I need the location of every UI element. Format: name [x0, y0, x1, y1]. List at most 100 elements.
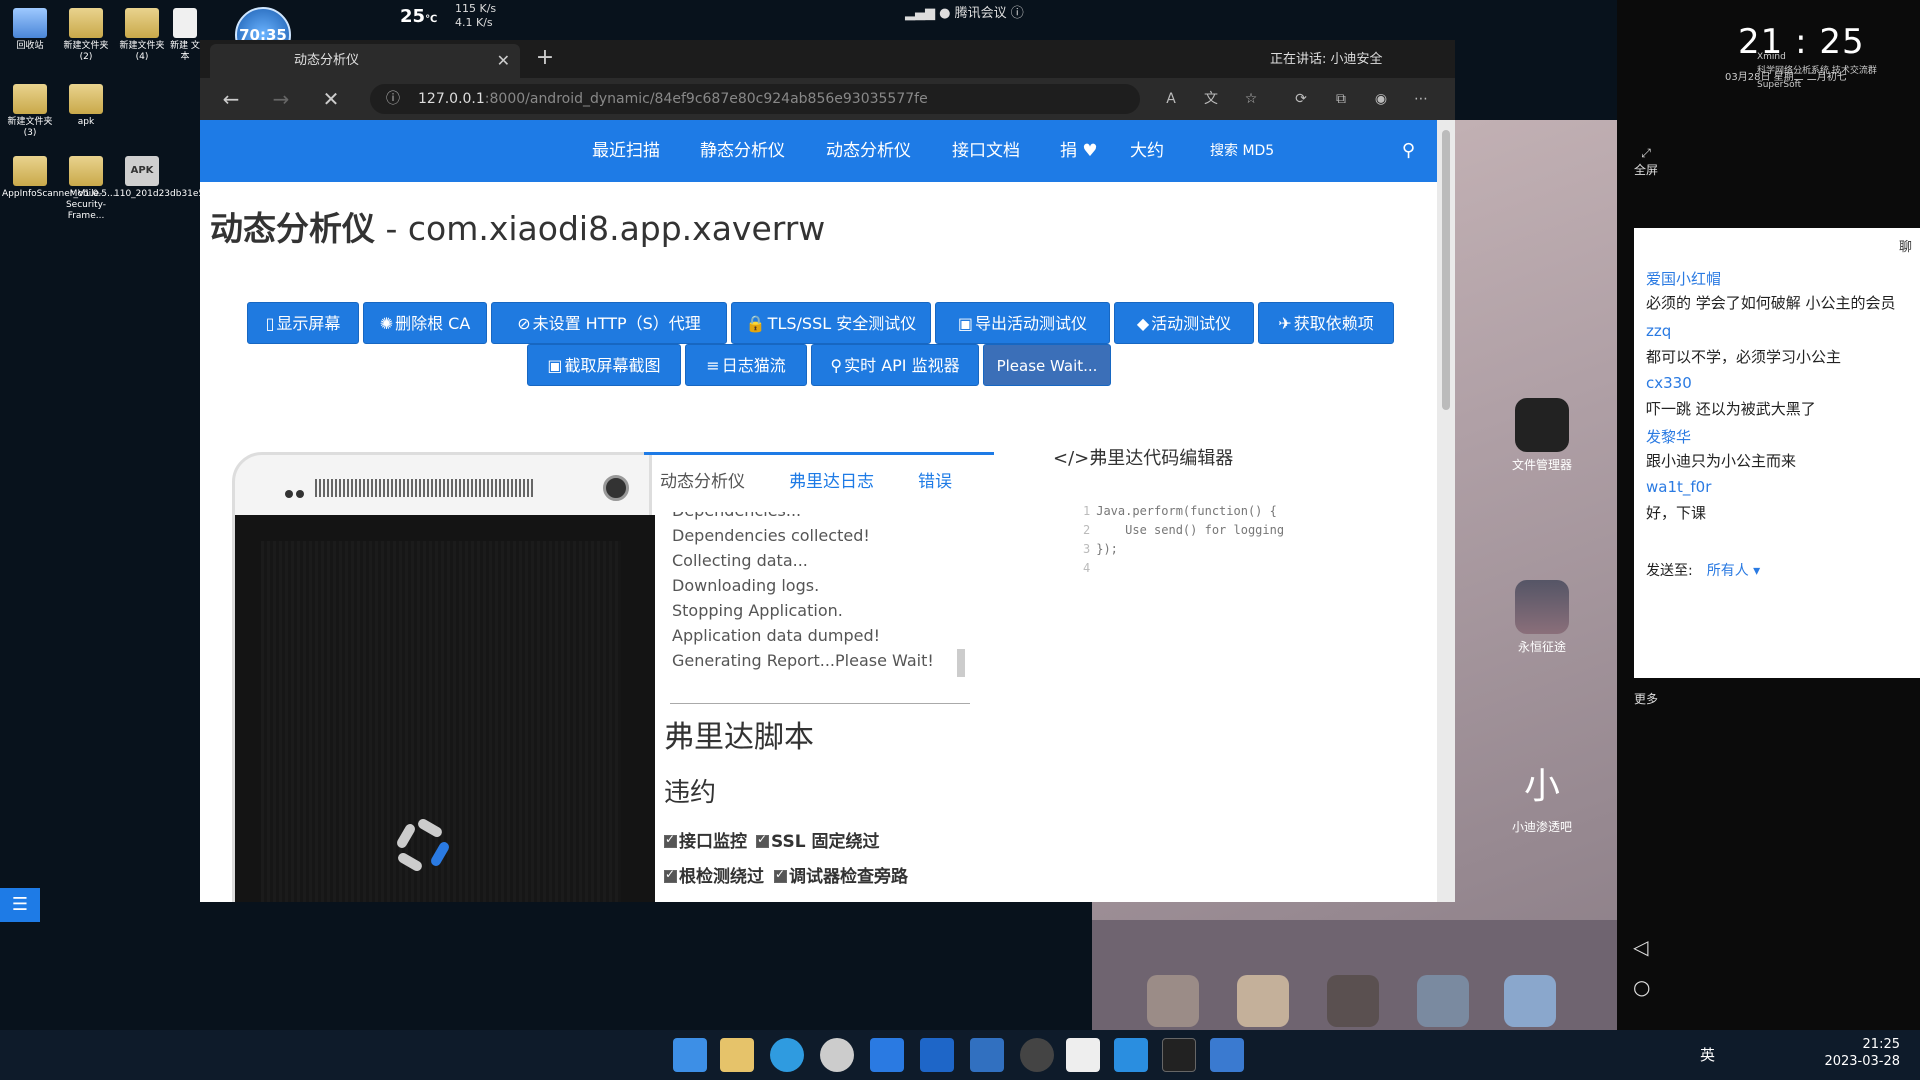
app-icon[interactable] — [1020, 1038, 1054, 1072]
dock-app-icon[interactable] — [1147, 975, 1199, 1027]
favorites-icon[interactable]: ☆ — [1240, 88, 1262, 110]
show-screen-button[interactable]: ▯ 显示屏幕 — [247, 302, 359, 344]
nav-api-docs[interactable]: 接口文档 — [952, 120, 1020, 182]
code-icon: </> — [1053, 448, 1090, 469]
meeting-indicator[interactable]: ▂▄▆ ● 腾讯会议 ⓘ — [905, 2, 1024, 21]
home-icon[interactable]: ○ — [1633, 975, 1650, 999]
collections-icon[interactable]: ⧉ — [1330, 88, 1352, 110]
back-button[interactable]: ← — [216, 84, 246, 114]
app-icon[interactable] — [1210, 1038, 1244, 1072]
fullscreen-control[interactable]: ⤢ 全屏 — [1629, 146, 1663, 178]
chat-username[interactable]: 爱国小红帽 — [1646, 268, 1721, 289]
app-icon[interactable] — [870, 1038, 904, 1072]
desktop-icon-mobsf[interactable]: Mobile-Security-Frame... — [58, 156, 114, 222]
log-output[interactable]: Dependencies... Dependencies collected! … — [670, 512, 970, 704]
desktop-icon-text-file[interactable]: 新建 文本 — [170, 8, 200, 63]
desktop-icon-recycle-bin[interactable]: 回收站 — [2, 8, 58, 52]
activity-tester-button[interactable]: ◆ 活动测试仪 — [1114, 302, 1254, 344]
code-editor[interactable]: 1 Java.perform(function() {2 Use send() f… — [1083, 502, 1284, 578]
take-screenshot-button[interactable]: ▣ 截取屏幕截图 — [527, 344, 681, 386]
terminal-icon[interactable] — [1162, 1038, 1196, 1072]
back-icon[interactable]: ◁ — [1633, 935, 1648, 959]
search-icon[interactable]: ⚲ — [1402, 140, 1415, 161]
folder-icon — [69, 84, 103, 114]
nav-static-analyzer[interactable]: 静态分析仪 — [700, 120, 785, 182]
debugger-check-bypass-checkbox[interactable]: 调试器检查旁路 — [774, 862, 908, 887]
tab-frida-logs[interactable]: 弗里达日志 — [789, 467, 874, 492]
nav-donate[interactable]: 捐 ♥ — [1060, 120, 1098, 182]
tab-errors[interactable]: 错误 — [918, 467, 952, 492]
chat-username[interactable]: wa1t_f0r — [1646, 478, 1711, 496]
dock-app-icon[interactable] — [1327, 975, 1379, 1027]
extensions-icon[interactable]: ⟳ — [1290, 88, 1312, 110]
logcat-stream-button[interactable]: ≡ 日志猫流 — [685, 344, 807, 386]
app-game[interactable]: 永恒征途 — [1512, 580, 1572, 655]
dock-app-icon[interactable] — [1417, 975, 1469, 1027]
chat-message: 必须的 学会了如何破解 小公主的会员 — [1646, 294, 1896, 312]
log-scrollbar[interactable] — [957, 519, 965, 699]
desktop-icon-folder-4[interactable]: 新建文件夹 (4) — [114, 8, 170, 63]
tag-icon: ◆ — [1136, 314, 1150, 333]
nav-recent-scans[interactable]: 最近扫描 — [592, 120, 660, 182]
menu-icon[interactable]: ⋯ — [1410, 88, 1432, 110]
sensor-dots — [285, 483, 315, 498]
nav-about[interactable]: 大约 — [1130, 120, 1164, 182]
more-control[interactable]: 更多 — [1629, 690, 1663, 707]
chat-username[interactable]: cx330 — [1646, 374, 1692, 392]
desktop-icon-folder-2[interactable]: 新建文件夹 (2) — [58, 8, 114, 63]
read-aloud-icon[interactable]: A — [1160, 88, 1182, 110]
translate-icon[interactable]: 文 — [1200, 88, 1222, 110]
date-label: 03月28日 星期二 二月初七 — [1725, 72, 1847, 83]
dock-app-icon[interactable] — [1504, 975, 1556, 1027]
url-field[interactable]: ⓘ 127.0.0.1:8000/android_dynamic/84ef9c6… — [370, 84, 1140, 114]
app-icon[interactable] — [920, 1038, 954, 1072]
desktop-icon-apk-file[interactable]: APK 110_201d23db31e5f9e... — [114, 156, 227, 200]
live-api-monitor-button[interactable]: ⚲ 实时 API 监视器 — [811, 344, 979, 386]
exported-activity-tester-button[interactable]: ▣ 导出活动测试仪 — [935, 302, 1110, 344]
tls-ssl-tester-button[interactable]: 🔒 TLS/SSL 安全测试仪 — [731, 302, 931, 344]
root-detection-bypass-checkbox[interactable]: 根检测绕过 — [664, 862, 764, 887]
desktop-icon-apk-folder[interactable]: apk — [58, 84, 114, 128]
unset-proxy-button[interactable]: ⊘ 未设置 HTTP（S）代理 — [491, 302, 727, 344]
file-explorer-icon[interactable] — [720, 1038, 754, 1072]
send-to-selector[interactable]: 发送至: 所有人 ▾ — [1646, 560, 1760, 580]
stop-loading-button[interactable]: ✕ — [316, 84, 346, 114]
notepad-icon[interactable] — [970, 1038, 1004, 1072]
input-language[interactable]: 英 — [1700, 1044, 1715, 1065]
info-icon: ⓘ — [1010, 6, 1024, 21]
browser-tab[interactable]: 动态分析仪 ✕ — [210, 44, 520, 78]
get-dependencies-button[interactable]: ✈ 获取依赖项 — [1258, 302, 1394, 344]
close-tab-icon[interactable]: ✕ — [497, 44, 510, 78]
taskbar-clock[interactable]: 21:25 2023-03-28 — [1824, 1036, 1900, 1070]
dock-app-icon[interactable] — [1237, 975, 1289, 1027]
api-monitor-checkbox[interactable]: 接口监控 — [664, 827, 747, 852]
remove-root-ca-button[interactable]: ✺ 删除根 CA — [363, 302, 487, 344]
app-xiaodi[interactable]: 小 小迪渗透吧 — [1512, 760, 1572, 835]
desktop-icon-folder-3[interactable]: 新建文件夹 (3) — [2, 84, 58, 139]
vscode-icon[interactable] — [1114, 1038, 1148, 1072]
app-file-manager[interactable]: 文件管理器 — [1512, 398, 1572, 473]
start-icon[interactable] — [673, 1038, 707, 1072]
forward-button[interactable]: → — [266, 84, 296, 114]
new-tab-button[interactable]: + — [530, 44, 560, 74]
chat-panel[interactable]: 聊 爱国小红帽 必须的 学会了如何破解 小公主的会员 zzq 都可以不学，必须学… — [1634, 228, 1920, 678]
tab-dynamic-analyzer[interactable]: 动态分析仪 — [660, 467, 745, 492]
edge-browser-icon[interactable] — [770, 1038, 804, 1072]
desktop-icon-appinfoscanner[interactable]: AppInfoScanner_V1.0.5... — [2, 156, 116, 200]
device-screen[interactable] — [235, 515, 655, 902]
page-scrollbar[interactable] — [1437, 120, 1455, 902]
typora-icon[interactable] — [1066, 1038, 1100, 1072]
nav-dynamic-analyzer[interactable]: 动态分析仪 — [826, 120, 911, 182]
folder-icon — [13, 84, 47, 114]
list-icon[interactable]: ☰ — [0, 888, 40, 922]
ssl-pinning-bypass-checkbox[interactable]: SSL 固定绕过 — [756, 827, 879, 852]
chat-username[interactable]: zzq — [1646, 322, 1671, 340]
chat-message: 都可以不学，必须学习小公主 — [1646, 348, 1842, 366]
nav-search-md5[interactable]: 搜索 MD5 — [1210, 120, 1274, 182]
please-wait-button[interactable]: Please Wait... — [983, 344, 1111, 386]
fullscreen-icon: ⤢ — [1641, 146, 1651, 160]
profile-icon[interactable]: ◉ — [1370, 88, 1392, 110]
chat-username[interactable]: 发黎华 — [1646, 426, 1691, 447]
chrome-icon[interactable] — [820, 1038, 854, 1072]
chat-message: 跟小迪只为小公主而来 — [1646, 452, 1797, 470]
